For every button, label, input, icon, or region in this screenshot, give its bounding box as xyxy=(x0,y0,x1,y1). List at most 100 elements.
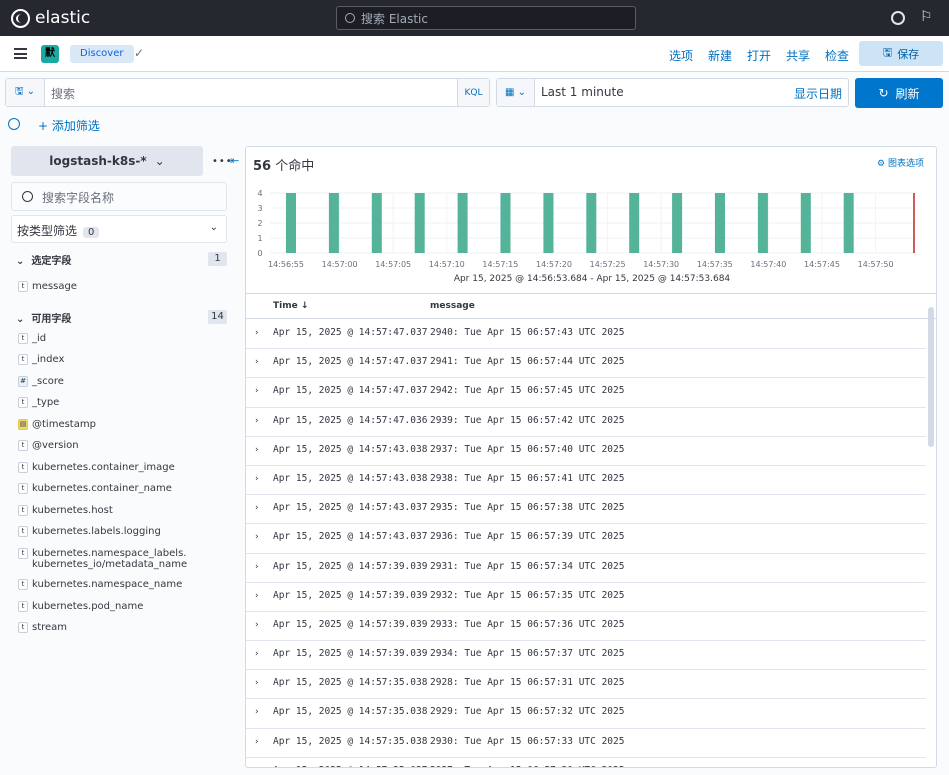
y-tick-label: 2 xyxy=(257,219,262,228)
expand-chevron-icon[interactable]: › xyxy=(255,707,259,717)
collapse-sidebar-icon[interactable]: ⇤ xyxy=(230,154,239,167)
expand-chevron-icon[interactable]: › xyxy=(255,591,259,601)
global-search-input[interactable]: 搜索 Elastic xyxy=(336,6,636,30)
string-type-icon: t xyxy=(18,601,28,612)
field-search-input[interactable]: 搜索字段名称 xyxy=(11,182,227,211)
checkmark-icon: ✓ xyxy=(134,46,145,60)
histogram-bar xyxy=(715,193,725,253)
expand-chevron-icon[interactable]: › xyxy=(255,474,259,484)
expand-chevron-icon[interactable]: › xyxy=(255,766,259,767)
field-item[interactable]: t kubernetes.labels.logging xyxy=(18,526,161,537)
chart-options-button[interactable]: ⚙ 图表选项 xyxy=(877,156,924,169)
table-row[interactable]: › Apr 15, 2025 @ 14:57:39.039 2932: Tue Ap… xyxy=(246,583,926,612)
column-time[interactable]: Time ↓ xyxy=(273,301,308,311)
breadcrumb-discover[interactable]: Discover xyxy=(70,45,134,63)
table-row[interactable]: › Apr 15, 2025 @ 14:57:35.038 2929: Tue Ap… xyxy=(246,699,926,729)
selected-fields-header[interactable]: ⌄ 选定字段 xyxy=(16,252,71,267)
chevron-down-icon: ⌄ xyxy=(154,154,165,168)
help-icon[interactable] xyxy=(891,11,905,25)
table-row[interactable]: › Apr 15, 2025 @ 14:57:39.039 2931: Tue Ap… xyxy=(246,554,926,583)
newsfeed-icon[interactable]: ⚐ xyxy=(920,9,933,25)
table-row[interactable]: › Apr 15, 2025 @ 14:57:47.037 2940: Tue Ap… xyxy=(246,320,926,350)
table-row[interactable]: › Apr 15, 2025 @ 14:57:35.038 2928: Tue Ap… xyxy=(246,670,926,700)
scrollbar[interactable] xyxy=(928,307,934,447)
field-item[interactable]: t message xyxy=(18,281,77,292)
field-item[interactable]: t @version xyxy=(18,440,79,451)
histogram-bar xyxy=(672,193,683,253)
table-row[interactable]: › Apr 15, 2025 @ 14:57:35.038 2930: Tue Ap… xyxy=(246,729,926,758)
elastic-logo[interactable]: elastic xyxy=(11,8,90,28)
field-item[interactable]: # _score xyxy=(18,376,64,387)
expand-chevron-icon[interactable]: › xyxy=(255,562,259,572)
calendar-icon[interactable]: ▦ ⌄ xyxy=(497,79,535,106)
expand-chevron-icon[interactable]: › xyxy=(255,357,259,367)
histogram-chart: 4 3 2 1 0 14:56:55 14:57:00 14:57:05 14:57:10 14:… xyxy=(257,189,916,284)
kql-toggle[interactable]: KQL xyxy=(457,79,489,106)
string-type-icon: t xyxy=(18,333,28,344)
field-item[interactable]: t stream xyxy=(18,622,67,633)
table-row[interactable]: › Apr 15, 2025 @ 14:57:47.037 2941: Tue Ap… xyxy=(246,349,926,379)
row-time: Apr 15, 2025 @ 14:57:39.039 xyxy=(273,648,428,660)
index-pattern-selector[interactable]: logstash-k8s-* ⌄ xyxy=(11,146,203,176)
field-item[interactable]: ▤ @timestamp xyxy=(18,419,96,430)
chart-range-label: Apr 15, 2025 @ 14:56:53.684 - Apr 15, 20… xyxy=(454,274,731,284)
selected-count-badge: 1 xyxy=(208,252,227,266)
column-message[interactable]: message xyxy=(430,301,475,311)
expand-chevron-icon[interactable]: › xyxy=(255,386,259,396)
nav-options[interactable]: 选项 xyxy=(669,47,693,64)
field-item[interactable]: t kubernetes.host xyxy=(18,505,113,516)
space-avatar[interactable]: 默 xyxy=(41,45,59,63)
date-range-text[interactable]: Last 1 minute xyxy=(541,85,624,99)
field-item[interactable]: t kubernetes.namespace_name xyxy=(18,579,182,590)
field-item[interactable]: t kubernetes.container_name xyxy=(18,483,172,494)
field-name: _index xyxy=(32,354,65,365)
table-row[interactable]: › Apr 15, 2025 @ 14:57:47.036 2939: Tue Ap… xyxy=(246,408,926,437)
chevron-down-icon: ⌄ xyxy=(16,314,25,325)
table-row[interactable]: › Apr 15, 2025 @ 14:57:43.037 2936: Tue Ap… xyxy=(246,524,926,554)
expand-chevron-icon[interactable]: › xyxy=(255,503,259,513)
expand-chevron-icon[interactable]: › xyxy=(255,328,259,338)
nav-inspect[interactable]: 检查 xyxy=(825,47,849,64)
field-item[interactable]: t kubernetes.namespace_labels. kubernetes… xyxy=(18,548,187,570)
table-row[interactable]: › Apr 15, 2025 @ 14:57:43.038 2938: Tue Ap… xyxy=(246,466,926,496)
nav-open[interactable]: 打开 xyxy=(747,47,771,64)
save-button[interactable]: 🖫 保存 xyxy=(859,41,943,66)
nav-new[interactable]: 新建 xyxy=(708,47,732,64)
expand-chevron-icon[interactable]: › xyxy=(255,678,259,688)
field-item[interactable]: t _id xyxy=(18,333,46,344)
field-item[interactable]: t _type xyxy=(18,397,59,408)
refresh-button[interactable]: ↻ 刷新 xyxy=(855,78,943,108)
table-row[interactable]: › Apr 15, 2025 @ 14:57:39.039 2933: Tue Ap… xyxy=(246,612,926,642)
saved-query-button[interactable]: 🖫 ⌄ xyxy=(6,79,45,106)
expand-chevron-icon[interactable]: › xyxy=(255,532,259,542)
global-search-placeholder: 搜索 Elastic xyxy=(361,11,428,26)
date-picker: ▦ ⌄ Last 1 minute 显示日期 xyxy=(496,78,849,107)
table-row[interactable]: › Apr 15, 2025 @ 14:57:47.037 2942: Tue Ap… xyxy=(246,378,926,408)
expand-chevron-icon[interactable]: › xyxy=(255,445,259,455)
table-row[interactable]: › Apr 15, 2025 @ 14:57:39.039 2934: Tue Ap… xyxy=(246,641,926,671)
field-item[interactable]: t _index xyxy=(18,354,64,365)
field-item[interactable]: t kubernetes.pod_name xyxy=(18,601,143,612)
menu-icon[interactable] xyxy=(14,48,27,59)
number-type-icon: # xyxy=(18,376,28,387)
field-item[interactable]: t kubernetes.container_image xyxy=(18,462,175,473)
expand-chevron-icon[interactable]: › xyxy=(255,620,259,630)
expand-chevron-icon[interactable]: › xyxy=(255,737,259,747)
y-tick-label: 0 xyxy=(257,249,262,258)
table-row[interactable]: › Apr 15, 2025 @ 14:57:35.0372927: Tue Ap… xyxy=(246,758,926,767)
query-input[interactable]: 搜索 xyxy=(51,85,75,102)
show-dates-link[interactable]: 显示日期 xyxy=(794,85,842,102)
add-filter-link[interactable]: + 添加筛选 xyxy=(38,117,100,134)
nav-share[interactable]: 共享 xyxy=(786,47,810,64)
histogram-bar xyxy=(371,193,382,253)
filter-icon[interactable] xyxy=(8,118,20,130)
expand-chevron-icon[interactable]: › xyxy=(255,416,259,426)
table-row[interactable]: › Apr 15, 2025 @ 14:57:43.037 2935: Tue Ap… xyxy=(246,495,926,525)
available-fields-header[interactable]: ⌄ 可用字段 xyxy=(16,310,71,325)
table-row[interactable]: › Apr 15, 2025 @ 14:57:43.038 2937: Tue Ap… xyxy=(246,437,926,466)
expand-chevron-icon[interactable]: › xyxy=(255,649,259,659)
histogram-bar xyxy=(843,193,854,253)
app-header: 默 Discover ✓ 选项 新建 打开 共享 检查 🖫 保存 xyxy=(0,36,949,72)
filter-by-type[interactable]: 按类型筛选 0 ⌄ xyxy=(11,215,227,243)
row-time: Apr 15, 2025 @ 14:57:47.036 xyxy=(273,414,428,426)
